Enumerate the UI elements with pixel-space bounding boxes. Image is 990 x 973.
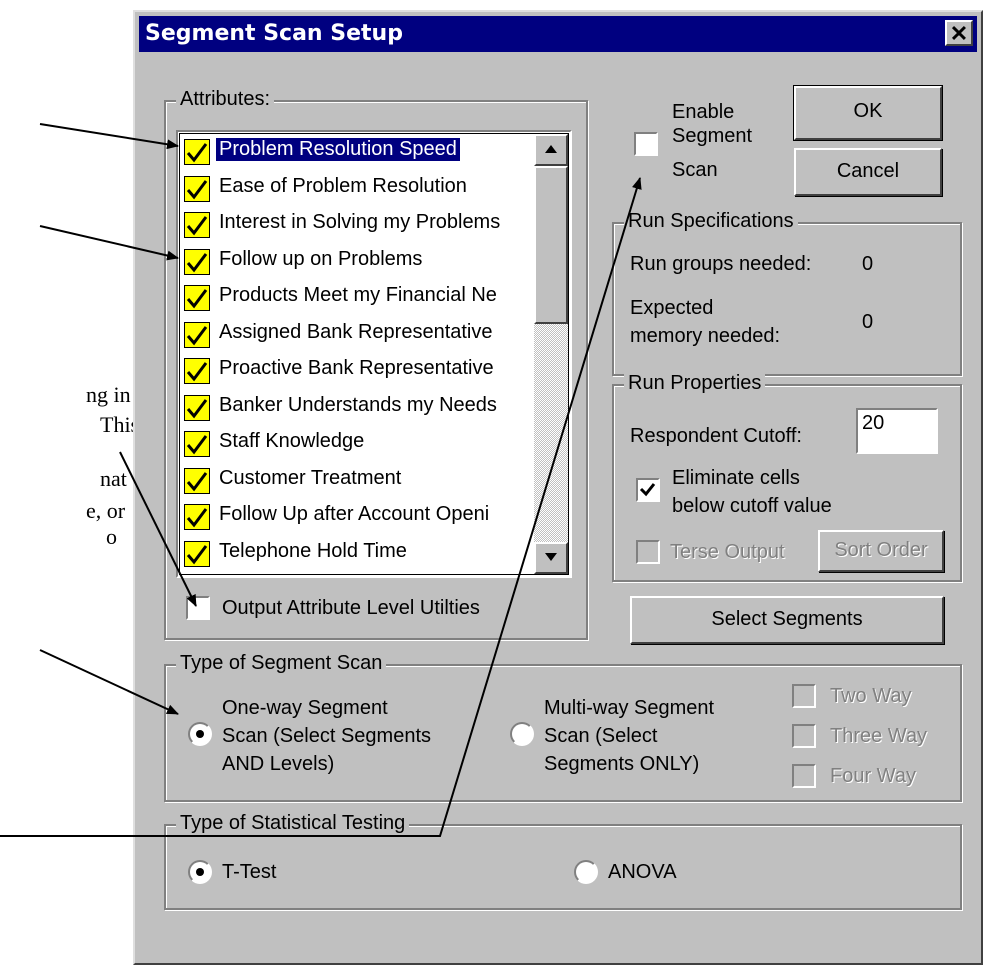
arrow-to-oneway-radio bbox=[39, 649, 179, 715]
arrow-to-first-checkbox bbox=[39, 123, 179, 150]
arrow-to-output-utilities bbox=[119, 451, 197, 607]
arrow-to-enable-scan bbox=[0, 177, 642, 837]
arrow-to-fourth-checkbox bbox=[39, 225, 179, 261]
annotation-arrows bbox=[0, 123, 642, 837]
